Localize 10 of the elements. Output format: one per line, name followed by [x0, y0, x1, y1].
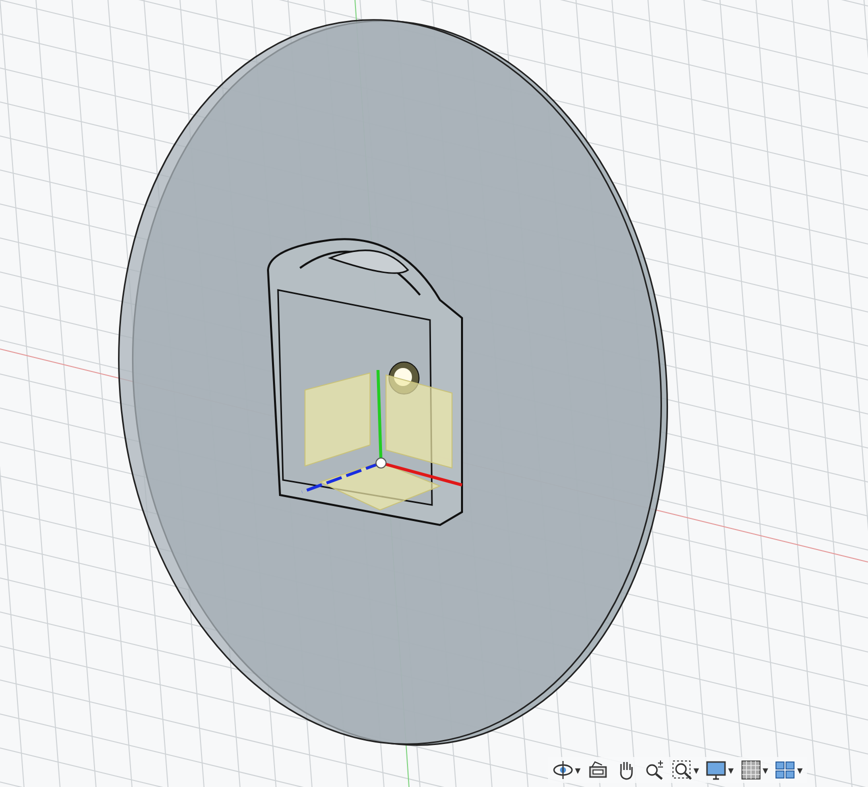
caret-icon[interactable]: ▾ [762, 764, 768, 776]
viewports-icon[interactable] [774, 759, 796, 781]
caret-icon[interactable]: ▾ [728, 764, 734, 776]
orbit-icon[interactable] [552, 759, 574, 781]
caret-icon[interactable]: ▾ [575, 764, 581, 776]
caret-icon[interactable]: ▾ [797, 764, 803, 776]
zoom-window-icon[interactable] [670, 759, 693, 781]
3d-viewport[interactable]: ▾ ▾ ▾ ▾ ▾ [0, 0, 868, 787]
caret-icon[interactable]: ▾ [694, 764, 700, 776]
grid-icon[interactable] [740, 759, 762, 781]
